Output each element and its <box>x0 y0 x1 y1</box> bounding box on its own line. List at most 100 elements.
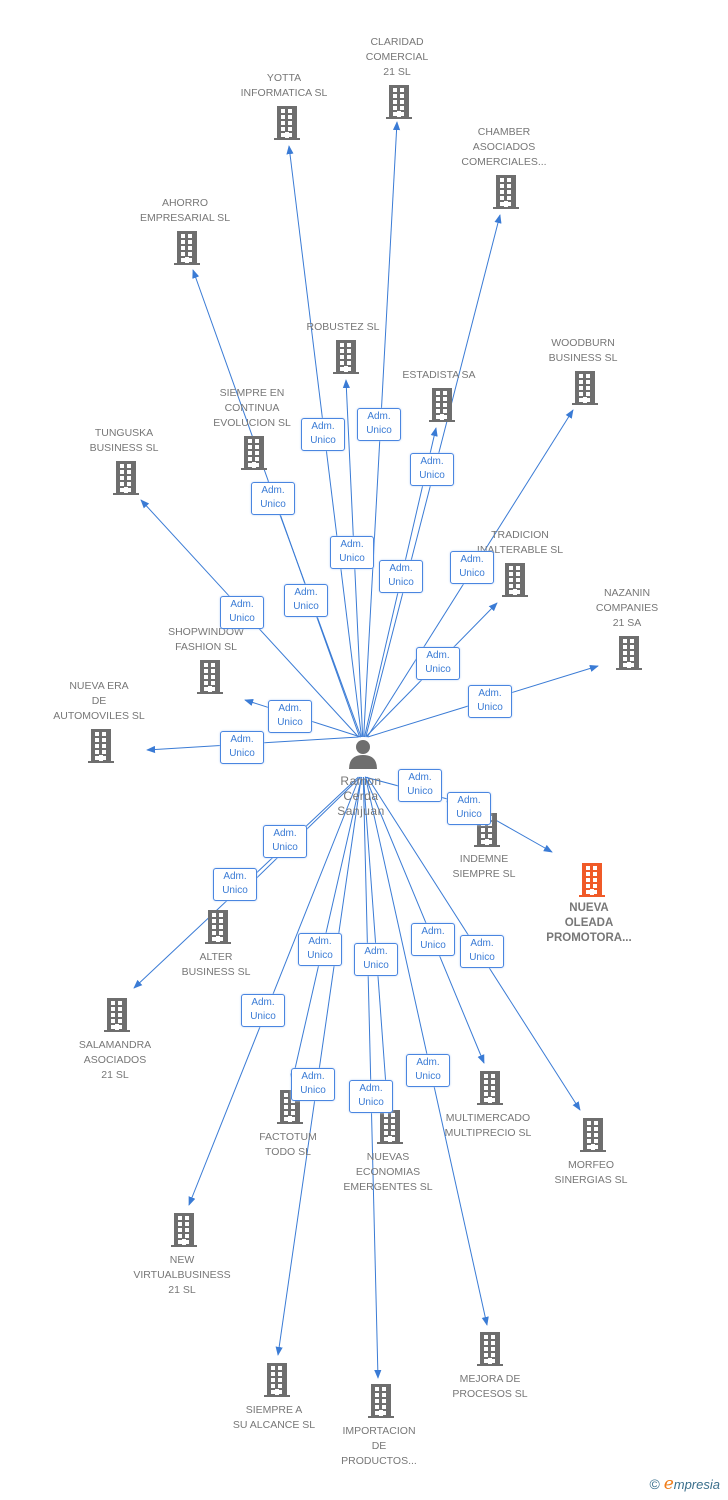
building-icon[interactable] <box>113 461 139 495</box>
company-label-line: ASOCIADOS <box>472 141 536 153</box>
company-label[interactable]: MEJORA DE PROCESOS SL <box>452 1372 527 1402</box>
company-label[interactable]: ALTER BUSINESS SL <box>182 950 251 980</box>
relation-label[interactable]: Adm. Unico <box>416 647 460 680</box>
company-label[interactable]: NAZANIN COMPANIES 21 SA <box>596 586 658 631</box>
relation-label-line: Adm. <box>426 650 450 661</box>
company-label[interactable]: SHOPWINDOW FASHION SL <box>168 625 244 655</box>
building-icon[interactable] <box>241 436 267 470</box>
building-icon[interactable] <box>274 106 300 140</box>
company-label[interactable]: AHORRO EMPRESARIAL SL <box>140 196 230 226</box>
relation-label[interactable]: Adm. Unico <box>406 1054 450 1087</box>
building-icon[interactable] <box>171 1213 197 1247</box>
company-label-line: 21 SA <box>612 617 642 629</box>
relation-label[interactable]: Adm. Unico <box>263 825 307 858</box>
company-label-line: SIEMPRE A <box>245 1404 303 1416</box>
relation-label[interactable]: Adm. Unico <box>398 769 442 802</box>
company-label[interactable]: NUEVAS ECONOMIAS EMERGENTES SL <box>343 1150 432 1195</box>
building-icon[interactable] <box>88 729 114 763</box>
company-label[interactable]: NUEVA OLEADA PROMOTORA... <box>546 901 631 946</box>
building-icon[interactable] <box>493 175 519 209</box>
edge-line <box>491 817 553 853</box>
relation-label-line: Unico <box>363 960 389 971</box>
relation-label-line: Unico <box>222 885 248 896</box>
company-label[interactable]: NUEVA ERA DE AUTOMOVILES SL <box>53 679 144 724</box>
company-label-line: TODO SL <box>265 1146 311 1158</box>
relation-label[interactable]: Adm. Unico <box>291 1068 335 1101</box>
building-icon[interactable] <box>197 660 223 694</box>
relation-label[interactable]: Adm. Unico <box>460 935 504 968</box>
person-label[interactable]: Ramon Cerda Sanjuan <box>337 774 385 819</box>
company-label[interactable]: SALAMANDRA ASOCIADOS 21 SL <box>79 1038 151 1083</box>
relation-label[interactable]: Adm. Unico <box>220 596 264 629</box>
company-label-line: PROMOTORA... <box>546 932 632 944</box>
relation-label[interactable]: Adm. Unico <box>241 994 285 1027</box>
company-label-line: NAZANIN <box>603 587 651 599</box>
building-icon[interactable] <box>205 910 231 944</box>
company-label[interactable]: CHAMBER ASOCIADOS COMERCIALES... <box>461 125 546 170</box>
company-label[interactable]: CLARIDAD COMERCIAL 21 SL <box>366 35 428 80</box>
company-label-line: DE <box>91 695 107 707</box>
relation-label[interactable]: Adm. Unico <box>349 1080 393 1113</box>
company-label[interactable]: SIEMPRE A SU ALCANCE SL <box>233 1403 315 1433</box>
relation-label[interactable]: Adm. Unico <box>410 453 454 486</box>
company-label[interactable]: ROBUSTEZ SL <box>307 320 380 335</box>
building-icon[interactable] <box>264 1363 290 1397</box>
company-label[interactable]: IMPORTACION DE PRODUCTOS... <box>341 1424 417 1469</box>
company-label-line: MORFEO <box>567 1159 615 1171</box>
company-label[interactable]: FACTOTUM TODO SL <box>259 1130 317 1160</box>
company-label-line: DE <box>371 1440 387 1452</box>
building-icon[interactable] <box>333 340 359 374</box>
company-label[interactable]: YOTTA INFORMATICA SL <box>241 71 328 101</box>
company-label-line: IMPORTACION <box>342 1425 416 1437</box>
company-label-line: AUTOMOVILES SL <box>53 710 145 722</box>
empresia-logo: © empresia <box>649 1474 720 1494</box>
company-label-line: NUEVA ERA <box>69 680 129 692</box>
building-icon[interactable] <box>377 1110 403 1144</box>
person-icon[interactable] <box>349 740 377 769</box>
relation-label[interactable]: Adm. Unico <box>357 408 401 441</box>
building-icon[interactable] <box>572 371 598 405</box>
company-label[interactable]: NEW VIRTUALBUSINESS 21 SL <box>133 1253 230 1298</box>
relation-label-line: Adm. <box>364 946 388 957</box>
relation-label-line: Adm. <box>367 411 391 422</box>
relation-label[interactable]: Adm. Unico <box>284 584 328 617</box>
relation-label-line: Unico <box>407 786 433 797</box>
company-label[interactable]: SIEMPRE EN CONTINUA EVOLUCION SL <box>213 386 291 431</box>
building-icon[interactable] <box>580 1118 606 1152</box>
company-label-line: MEJORA DE <box>459 1373 521 1385</box>
building-icon[interactable] <box>386 85 412 119</box>
company-label[interactable]: ESTADISTA SA <box>402 368 475 383</box>
building-icon[interactable] <box>579 863 605 897</box>
relation-label-line: Unico <box>272 842 298 853</box>
building-icon[interactable] <box>477 1071 503 1105</box>
company-label[interactable]: TUNGUSKA BUSINESS SL <box>90 426 159 456</box>
company-label-line: PROCESOS SL <box>452 1388 528 1400</box>
relation-label[interactable]: Adm. Unico <box>450 551 494 584</box>
relation-label-line: Unico <box>250 1011 276 1022</box>
relation-label[interactable]: Adm. Unico <box>220 731 264 764</box>
relation-label[interactable]: Adm. Unico <box>379 560 423 593</box>
relation-label[interactable]: Adm. Unico <box>447 792 491 825</box>
building-icon[interactable] <box>174 231 200 265</box>
relation-label-line: Unico <box>300 1085 326 1096</box>
building-icon[interactable] <box>368 1384 394 1418</box>
company-label[interactable]: MORFEO SINERGIAS SL <box>555 1158 628 1188</box>
relation-label[interactable]: Adm. Unico <box>411 923 455 956</box>
company-label-line: 21 SL <box>168 1284 196 1296</box>
company-label[interactable]: WOODBURN BUSINESS SL <box>549 336 618 366</box>
building-icon[interactable] <box>502 563 528 597</box>
building-icon[interactable] <box>104 998 130 1032</box>
company-label[interactable]: INDEMNE SIEMPRE SL <box>452 852 515 882</box>
relation-label[interactable]: Adm. Unico <box>468 685 512 718</box>
building-icon[interactable] <box>477 1332 503 1366</box>
building-icon[interactable] <box>429 388 455 422</box>
relation-label[interactable]: Adm. Unico <box>268 700 312 733</box>
relation-label[interactable]: Adm. Unico <box>330 536 374 569</box>
building-icon[interactable] <box>616 636 642 670</box>
company-label[interactable]: MULTIMERCADO MULTIPRECIO SL <box>445 1111 532 1141</box>
relation-label[interactable]: Adm. Unico <box>354 943 398 976</box>
relation-label[interactable]: Adm. Unico <box>298 933 342 966</box>
relation-label[interactable]: Adm. Unico <box>213 868 257 901</box>
relation-label[interactable]: Adm. Unico <box>301 418 345 451</box>
relation-label[interactable]: Adm. Unico <box>251 482 295 515</box>
